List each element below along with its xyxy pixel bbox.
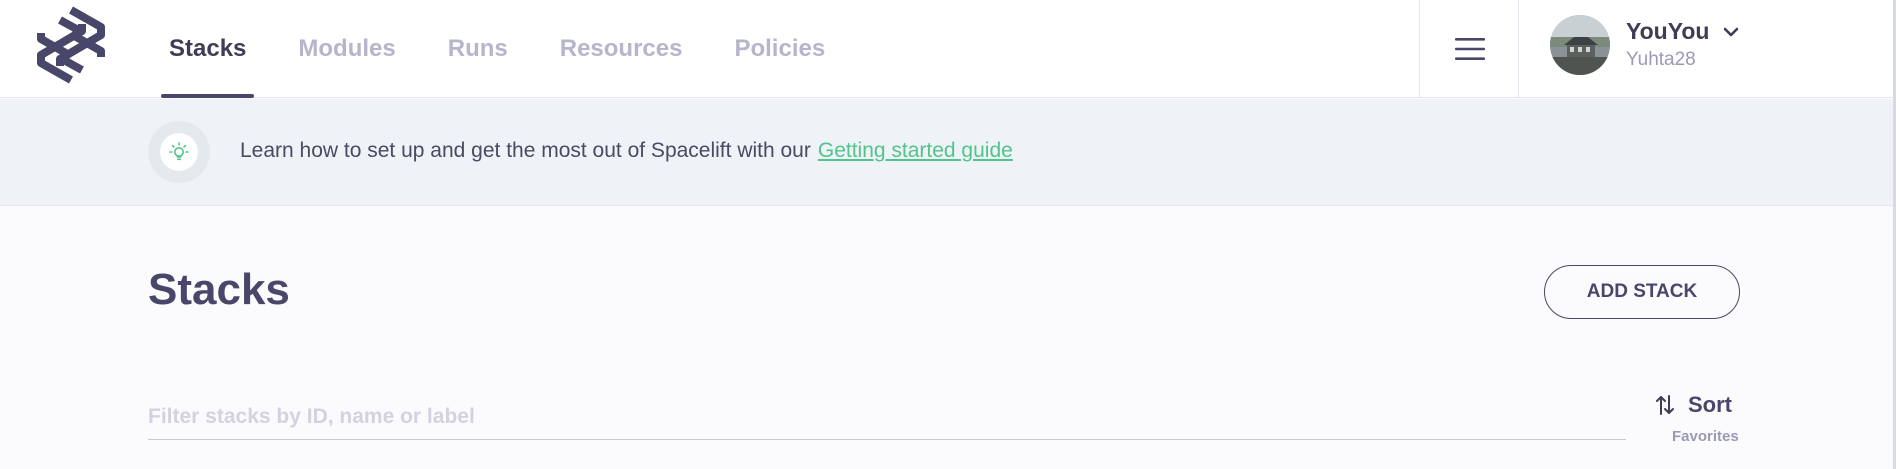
- filter-stacks-input[interactable]: [148, 394, 1626, 440]
- user-name-row: YouYou: [1626, 16, 1739, 46]
- tab-resources-label: Resources: [559, 35, 683, 62]
- tab-policies-label: Policies: [734, 35, 826, 62]
- add-stack-button[interactable]: ADD STACK: [1544, 265, 1740, 319]
- sort-button[interactable]: Sort: [1654, 392, 1732, 418]
- sort-current-value: Favorites: [1672, 428, 1739, 445]
- lightbulb-badge: [148, 121, 210, 183]
- sort-arrows-icon: [1656, 395, 1674, 415]
- user-menu[interactable]: YouYou Yuhta28: [1550, 14, 1739, 76]
- tab-modules-label: Modules: [298, 35, 396, 62]
- hamburger-menu-icon: [1455, 38, 1485, 60]
- tab-stacks-label: Stacks: [169, 35, 247, 62]
- lightbulb-icon: [169, 142, 189, 161]
- user-handle: Yuhta28: [1626, 49, 1696, 70]
- tab-runs[interactable]: Runs: [440, 0, 516, 98]
- tab-runs-label: Runs: [447, 35, 508, 62]
- chevron-down-icon[interactable]: [1723, 26, 1739, 38]
- tab-resources[interactable]: Resources: [552, 0, 691, 98]
- user-name: YouYou: [1626, 18, 1710, 44]
- page-title: Stacks: [148, 265, 290, 314]
- banner-message: Learn how to set up and get the most out…: [240, 139, 1013, 163]
- avatar: [1550, 15, 1610, 75]
- tab-policies[interactable]: Policies: [726, 0, 833, 98]
- header-divider-right: [1518, 0, 1519, 98]
- banner-text: Learn how to set up and get the most out…: [240, 139, 811, 162]
- lightbulb-badge-inner: [160, 133, 198, 171]
- user-info: YouYou Yuhta28: [1626, 16, 1739, 74]
- hamburger-menu-button[interactable]: [1420, 25, 1520, 73]
- spacelift-logo-icon: [37, 6, 105, 84]
- tab-stacks[interactable]: Stacks: [161, 0, 255, 98]
- top-navigation-bar: Stacks Modules Runs Resources Policies Y…: [0, 0, 1896, 98]
- getting-started-guide-link[interactable]: Getting started guide: [818, 139, 1013, 162]
- tab-modules[interactable]: Modules: [290, 0, 403, 98]
- main-nav-tabs: Stacks Modules Runs Resources Policies: [161, 0, 869, 98]
- avatar-image: [1550, 15, 1610, 75]
- getting-started-banner: Learn how to set up and get the most out…: [0, 99, 1893, 206]
- app-root: Stacks Modules Runs Resources Policies Y…: [0, 0, 1896, 469]
- spacelift-logo[interactable]: [30, 4, 112, 86]
- sort-label: Sort: [1688, 392, 1732, 417]
